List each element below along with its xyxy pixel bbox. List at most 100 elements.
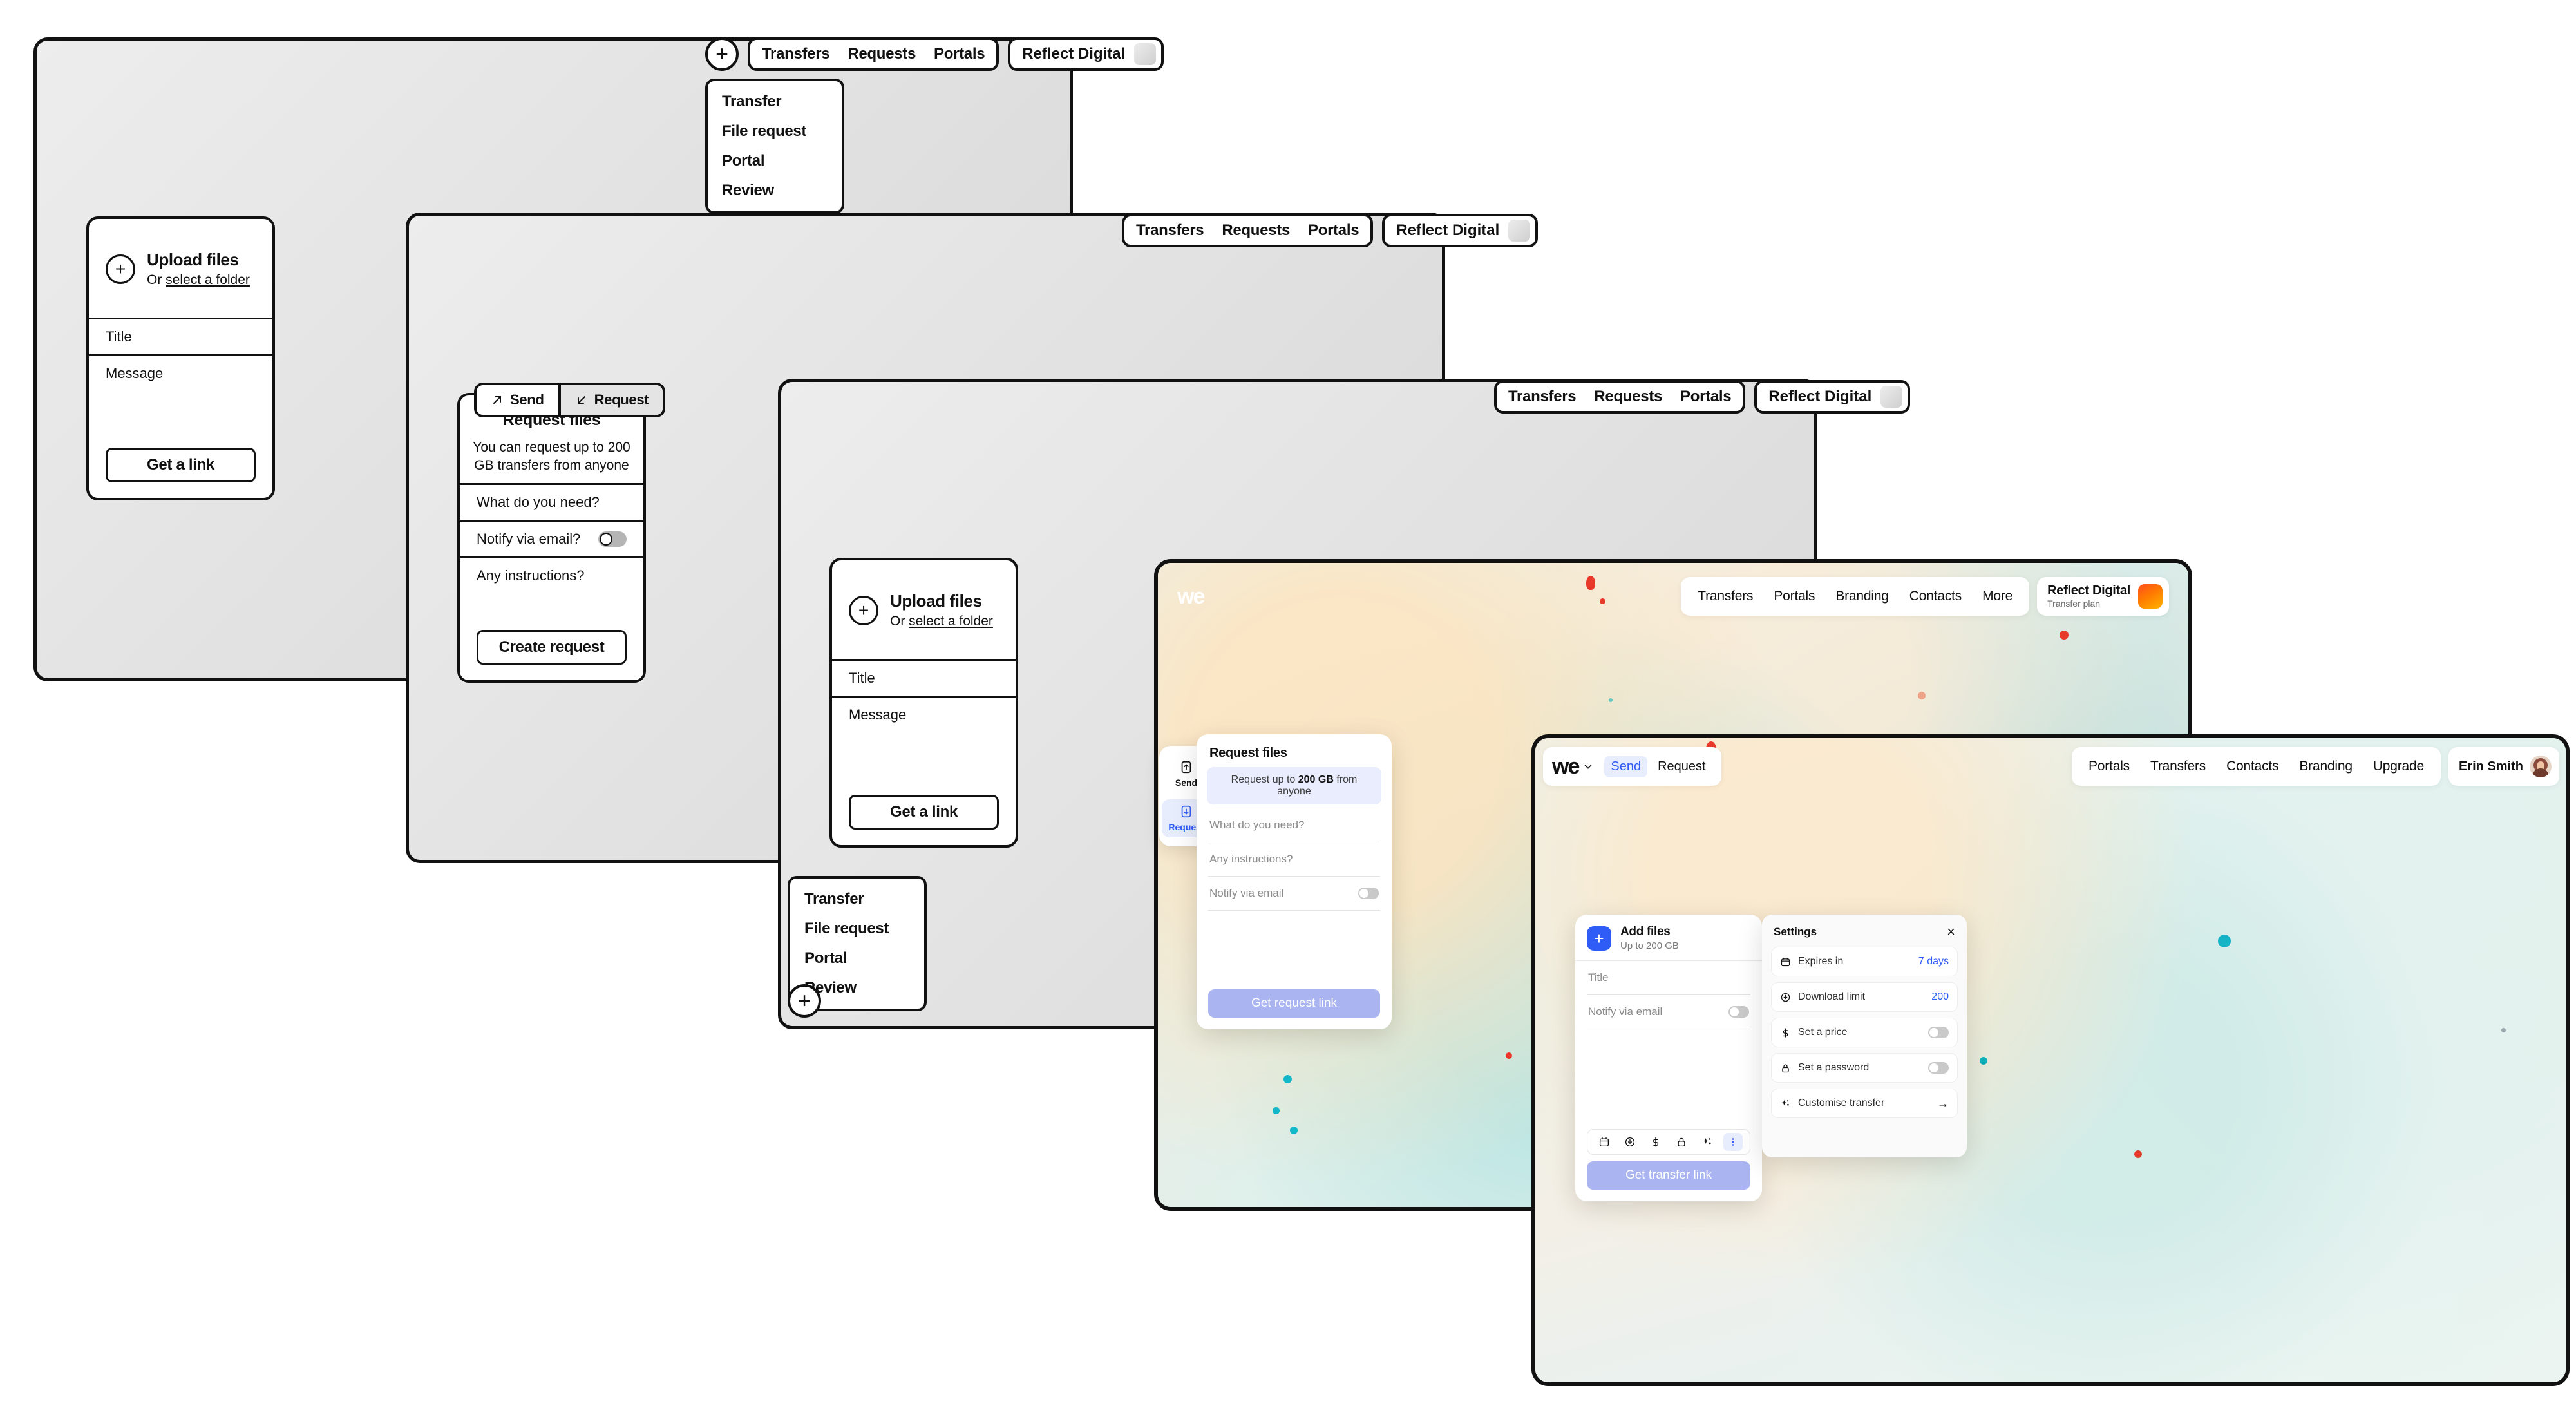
app-transfer-nav[interactable]: Portals Transfers Contacts Branding Upgr…	[2072, 747, 2441, 786]
transfer-tool-row[interactable]	[1587, 1129, 1750, 1155]
wf3-nav-portals[interactable]: Portals	[1680, 388, 1732, 406]
wf2-nav-requests[interactable]: Requests	[1222, 222, 1290, 240]
wf2-tab-request[interactable]: Request	[558, 385, 663, 415]
wf2-tab-send[interactable]: Send	[477, 385, 558, 415]
request-need-field[interactable]: What do you need?	[1208, 808, 1380, 842]
wf1-get-link-button[interactable]: Get a link	[106, 448, 256, 482]
wf1-nav-requests[interactable]: Requests	[848, 45, 916, 63]
wf3-get-link-button[interactable]: Get a link	[849, 795, 999, 830]
sparkle-icon[interactable]	[1698, 1133, 1717, 1151]
wf3-upload-sub[interactable]: Or select a folder	[890, 614, 993, 629]
wf1-select-folder-link[interactable]: select a folder	[166, 272, 250, 287]
wf3-menu-transfer[interactable]: Transfer	[804, 890, 910, 908]
wf2-brand[interactable]: Reflect Digital	[1382, 214, 1539, 247]
wf3-menu-review[interactable]: Review	[804, 979, 910, 997]
lock-icon[interactable]	[1672, 1133, 1691, 1151]
transfer-notify-row[interactable]: Notify via email	[1587, 995, 1750, 1029]
wf1-brand[interactable]: Reflect Digital	[1008, 37, 1164, 71]
wf1-nav-links[interactable]: Transfers Requests Portals	[748, 37, 999, 71]
nav-contacts[interactable]: Contacts	[1899, 589, 1972, 604]
avatar[interactable]	[2530, 756, 2552, 777]
wf1-upload-sub[interactable]: Or select a folder	[147, 272, 250, 288]
wf2-mode-tabs[interactable]: Send Request	[474, 383, 666, 417]
arrow-right-icon[interactable]: →	[1937, 1097, 1949, 1110]
nav-branding[interactable]: Branding	[2289, 759, 2362, 774]
wf3-upload-dropzone[interactable]: + Upload files Or select a folder	[832, 560, 1016, 659]
nav-contacts[interactable]: Contacts	[2216, 759, 2289, 774]
calendar-icon[interactable]	[1595, 1133, 1614, 1151]
wf2-notify-row[interactable]: Notify via email?	[460, 519, 643, 556]
chevron-down-icon[interactable]	[1582, 761, 1594, 772]
wf1-message-field[interactable]: Message	[89, 354, 272, 448]
add-files-dropzone[interactable]: + Add files Up to 200 GB	[1575, 915, 1762, 961]
settings-row-set-a-password[interactable]: Set a password	[1771, 1053, 1958, 1083]
wf3-upload-title: Upload files	[890, 591, 982, 611]
get-request-link-button[interactable]: Get request link	[1208, 989, 1380, 1018]
wf1-add-button[interactable]: +	[705, 37, 739, 71]
wf1-create-menu[interactable]: Transfer File request Portal Review	[705, 79, 844, 214]
request-notify-row[interactable]: Notify via email	[1208, 877, 1380, 911]
wf1-menu-portal[interactable]: Portal	[722, 152, 828, 170]
wf2-instructions-field[interactable]: Any instructions?	[460, 556, 643, 630]
wf1-brand-label: Reflect Digital	[1022, 45, 1126, 62]
wf3-select-folder-link[interactable]: select a folder	[909, 614, 993, 629]
wf2-create-request-button[interactable]: Create request	[477, 630, 627, 665]
wf2-need-field[interactable]: What do you need?	[460, 482, 643, 520]
request-notify-toggle[interactable]	[1358, 888, 1379, 899]
download-icon[interactable]	[1620, 1133, 1640, 1151]
settings-row-download-limit[interactable]: Download limit 200	[1771, 982, 1958, 1012]
settings-title: Settings	[1774, 926, 1817, 938]
transfer-title-field[interactable]: Title	[1587, 961, 1750, 995]
wf1-upload-dropzone[interactable]: + Upload files Or select a folder	[89, 219, 272, 318]
wf2-nav-links[interactable]: Transfers Requests Portals	[1122, 214, 1374, 247]
wf2-nav-transfers[interactable]: Transfers	[1136, 222, 1204, 240]
settings-row-customise-transfer[interactable]: Customise transfer →	[1771, 1089, 1958, 1118]
wf3-menu-portal[interactable]: Portal	[804, 949, 910, 967]
wf3-message-field[interactable]: Message	[832, 696, 1016, 795]
tab-request[interactable]: Request	[1651, 756, 1712, 777]
nav-portals[interactable]: Portals	[1763, 589, 1825, 604]
wf2-notify-toggle[interactable]	[598, 531, 627, 547]
nav-more[interactable]: More	[1972, 589, 2023, 604]
app-request-nav[interactable]: Transfers Portals Branding Contacts More	[1681, 577, 2030, 616]
transfer-notify-toggle[interactable]	[1728, 1006, 1749, 1018]
close-icon[interactable]: ×	[1947, 925, 1955, 939]
wf3-nav-transfers[interactable]: Transfers	[1508, 388, 1577, 406]
set-a-price-toggle[interactable]	[1928, 1027, 1949, 1038]
dollar-icon[interactable]	[1646, 1133, 1665, 1151]
user-account-button[interactable]: Erin Smith	[2448, 747, 2559, 786]
wf3-add-button[interactable]: +	[788, 984, 821, 1018]
nav-branding[interactable]: Branding	[1825, 589, 1899, 604]
nav-transfers[interactable]: Transfers	[2140, 759, 2216, 774]
wf1-nav-transfers[interactable]: Transfers	[762, 45, 830, 63]
wf3-nav-links[interactable]: Transfers Requests Portals	[1494, 380, 1746, 414]
get-transfer-link-button[interactable]: Get transfer link	[1587, 1161, 1750, 1190]
set-a-password-toggle[interactable]	[1928, 1062, 1949, 1074]
wf2-nav-portals[interactable]: Portals	[1308, 222, 1359, 240]
request-instructions-field[interactable]: Any instructions?	[1208, 842, 1380, 877]
wf1-menu-transfer[interactable]: Transfer	[722, 93, 828, 111]
wf1-menu-file-request[interactable]: File request	[722, 122, 828, 140]
wf3-brand[interactable]: Reflect Digital	[1754, 380, 1911, 414]
wf1-title-field[interactable]: Title	[89, 318, 272, 354]
settings-value[interactable]: 7 days	[1918, 956, 1949, 967]
wf3-nav-requests[interactable]: Requests	[1594, 388, 1662, 406]
wf3-menu-file-request[interactable]: File request	[804, 920, 910, 938]
wf1-nav-portals[interactable]: Portals	[934, 45, 985, 63]
nav-transfers[interactable]: Transfers	[1687, 589, 1763, 604]
wf2-tab-send-label: Send	[510, 392, 544, 408]
tab-send[interactable]: Send	[1604, 756, 1648, 777]
wf1-menu-review[interactable]: Review	[722, 182, 828, 200]
settings-value[interactable]: 200	[1931, 991, 1949, 1003]
wf3-title-field[interactable]: Title	[832, 659, 1016, 696]
transfer-mode-switcher[interactable]: we Send Request	[1543, 747, 1721, 786]
settings-row-expires-in[interactable]: Expires in 7 days	[1771, 947, 1958, 976]
brand-account-button[interactable]: Reflect Digital Transfer plan	[2037, 577, 2169, 616]
more-vertical-icon[interactable]	[1723, 1133, 1743, 1151]
wf2-nav: Transfers Requests Portals Reflect Digit…	[1122, 214, 1539, 247]
nav-portals[interactable]: Portals	[2078, 759, 2140, 774]
nav-upgrade[interactable]: Upgrade	[2363, 759, 2434, 774]
settings-row-set-a-price[interactable]: Set a price	[1771, 1018, 1958, 1047]
app-request-topbar: we Transfers Portals Branding Contacts M…	[1177, 577, 2169, 616]
brand-logo-icon	[2138, 584, 2163, 609]
